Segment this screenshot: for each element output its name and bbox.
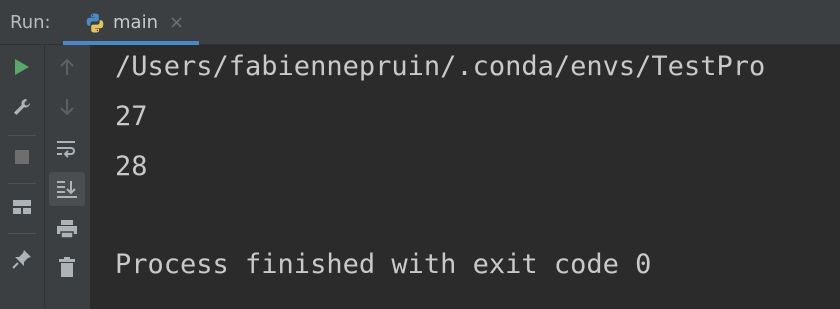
console-line: 27 bbox=[115, 101, 148, 132]
arrow-up-icon[interactable] bbox=[51, 51, 83, 83]
console-output[interactable]: /Users/fabiennepruin/.conda/envs/TestPro… bbox=[90, 45, 840, 309]
close-icon[interactable]: × bbox=[169, 12, 184, 33]
separator bbox=[8, 233, 36, 234]
tab-main-label: main bbox=[113, 12, 158, 33]
arrow-down-icon[interactable] bbox=[51, 91, 83, 123]
wrench-icon[interactable] bbox=[6, 91, 38, 123]
console-line: Process finished with exit code 0 bbox=[115, 249, 652, 280]
left-toolbar bbox=[0, 45, 44, 309]
layout-icon[interactable] bbox=[6, 191, 38, 223]
python-icon bbox=[86, 13, 104, 33]
console-toolbar bbox=[44, 45, 90, 309]
scroll-to-end-icon[interactable] bbox=[49, 172, 85, 206]
separator bbox=[8, 135, 36, 136]
soft-wrap-icon[interactable] bbox=[51, 133, 83, 165]
console-line: /Users/fabiennepruin/.conda/envs/TestPro bbox=[115, 51, 766, 82]
console-line: 28 bbox=[115, 151, 148, 182]
trash-icon[interactable] bbox=[51, 251, 83, 283]
separator bbox=[8, 183, 36, 184]
tab-main[interactable]: main × bbox=[63, 0, 199, 45]
pin-icon[interactable] bbox=[6, 243, 38, 275]
print-icon[interactable] bbox=[51, 213, 83, 245]
run-tool-window-header: Run: main × bbox=[0, 0, 840, 45]
stop-icon[interactable] bbox=[6, 141, 38, 173]
run-icon[interactable] bbox=[6, 51, 38, 83]
run-label: Run: bbox=[10, 12, 51, 33]
